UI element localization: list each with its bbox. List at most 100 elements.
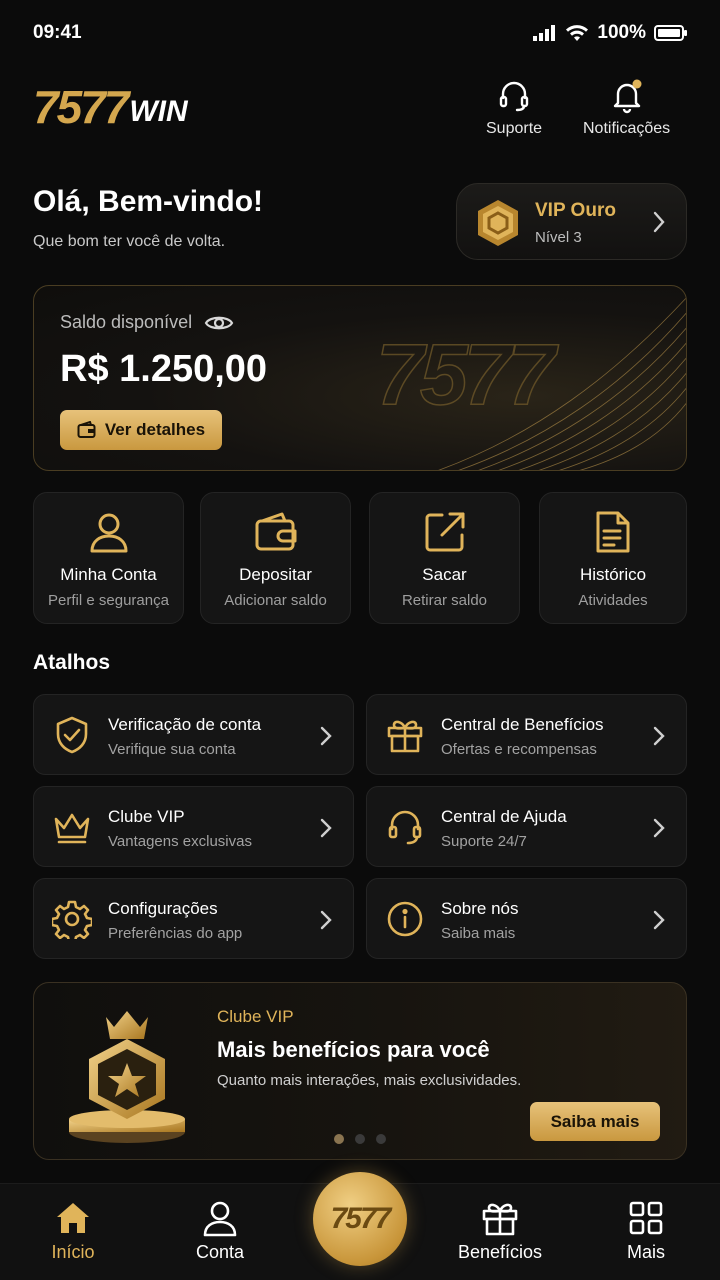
quick-action-subtitle: Atividades [578, 592, 648, 609]
shortcut-title: Central de Ajuda [441, 807, 567, 826]
chevron-right-icon [653, 726, 665, 746]
shortcut-title: Central de Benefícios [441, 715, 604, 734]
greeting-subtitle: Que bom ter você de volta. [33, 233, 226, 250]
wallet-icon [77, 421, 96, 438]
quick-action-title: Histórico [579, 565, 647, 584]
support-label: Suporte [486, 120, 543, 137]
balance-value: R$ 1.250,00 [60, 348, 268, 390]
quick-action-subtitle: Retirar saldo [401, 592, 488, 609]
user-icon [203, 1201, 237, 1237]
shortcut-title: Verificação de conta [108, 715, 262, 734]
quick-action-history[interactable]: Histórico Atividades [539, 492, 687, 624]
shield-check-icon [56, 716, 88, 754]
headset-icon [388, 810, 422, 845]
status-indicators: 100% [533, 22, 688, 44]
wifi-icon [566, 25, 589, 41]
chevron-right-icon [320, 818, 332, 838]
shortcut-about-us[interactable]: Sobre nós Saiba mais [366, 878, 687, 959]
withdraw-icon [425, 512, 464, 552]
quick-action-subtitle: Perfil e segurança [48, 592, 169, 609]
shortcut-account-verification[interactable]: Verificação de conta Verifique sua conta [33, 694, 354, 775]
vip-trophy-illustration [69, 1011, 185, 1143]
shortcut-title: Configurações [108, 899, 218, 918]
crown-icon [54, 813, 90, 844]
vip-name: VIP Ouro [535, 200, 616, 221]
nav-home[interactable]: Início [23, 1198, 123, 1263]
battery-icon [654, 25, 687, 41]
banner-subtitle: Quanto mais interações, mais exclusivida… [217, 1072, 522, 1089]
vip-badge-icon [478, 200, 518, 246]
shortcut-subtitle: Preferências do app [108, 925, 243, 942]
chevron-right-icon [653, 211, 665, 233]
greeting-title: Olá, Bem-vindo! [33, 185, 264, 218]
headset-icon [499, 81, 529, 112]
quick-action-deposit[interactable]: Depositar Adicionar saldo [200, 492, 351, 624]
notifications-label: Notificações [583, 120, 671, 137]
shortcuts-title: Atalhos [33, 651, 111, 674]
shortcut-subtitle: Suporte 24/7 [441, 833, 527, 850]
home-icon [57, 1203, 89, 1233]
signal-icon [533, 25, 556, 41]
info-icon [387, 901, 423, 937]
notifications-button[interactable]: Notificações [583, 78, 670, 138]
shortcut-subtitle: Saiba mais [441, 925, 516, 942]
status-time: 09:41 [33, 22, 82, 43]
nav-label: Conta [195, 1242, 245, 1262]
nav-center-logo-button[interactable]: 7577 [313, 1172, 407, 1266]
nav-more[interactable]: Mais [596, 1198, 696, 1263]
shortcut-subtitle: Vantagens exclusivas [108, 833, 252, 850]
chevron-right-icon [653, 818, 665, 838]
shortcut-title: Sobre nós [441, 899, 519, 918]
nav-label: Início [51, 1242, 95, 1262]
carousel-dot[interactable] [355, 1134, 365, 1144]
carousel-dot-active[interactable] [334, 1134, 344, 1144]
gear-icon [52, 900, 92, 939]
wallet-icon [255, 512, 296, 551]
shortcut-title: Clube VIP [108, 807, 185, 826]
support-button[interactable]: Suporte [486, 78, 542, 138]
vip-status-button[interactable]: VIP Ouro Nível 3 [456, 183, 687, 260]
shortcut-help-center[interactable]: Central de Ajuda Suporte 24/7 [366, 786, 687, 867]
banner-title: Mais benefícios para você [217, 1037, 490, 1062]
chevron-right-icon [320, 910, 332, 930]
vip-club-banner[interactable]: Clube VIP Mais benefícios para você Quan… [33, 982, 687, 1160]
logo-suffix: WIN [129, 95, 188, 128]
balance-label: Saldo disponível [60, 312, 193, 332]
quick-action-account[interactable]: Minha Conta Perfil e segurança [33, 492, 184, 624]
logo-number: 7577 [33, 81, 129, 133]
shortcut-vip-club[interactable]: Clube VIP Vantagens exclusivas [33, 786, 354, 867]
view-details-label: Ver detalhes [104, 420, 206, 439]
gift-icon [387, 720, 423, 753]
banner-tag: Clube VIP [217, 1007, 294, 1026]
app-logo[interactable]: 7577 WIN [33, 84, 188, 130]
document-icon [596, 511, 630, 553]
nav-benefits[interactable]: Benefícios [450, 1198, 550, 1263]
balance-watermark: 7577 [375, 326, 556, 424]
nav-label: Benefícios [457, 1242, 543, 1262]
grid-icon [629, 1201, 663, 1235]
nav-center-label: 7577 [330, 1202, 392, 1235]
quick-action-withdraw[interactable]: Sacar Retirar saldo [369, 492, 520, 624]
carousel-dot[interactable] [376, 1134, 386, 1144]
quick-action-subtitle: Adicionar saldo [224, 592, 327, 609]
user-icon [90, 513, 127, 553]
shortcut-settings[interactable]: Configurações Preferências do app [33, 878, 354, 959]
chevron-right-icon [653, 910, 665, 930]
shortcut-benefits-center[interactable]: Central de Benefícios Ofertas e recompen… [366, 694, 687, 775]
quick-action-title: Sacar [422, 565, 467, 584]
nav-label: Mais [626, 1242, 665, 1262]
chevron-right-icon [320, 726, 332, 746]
quick-action-title: Depositar [239, 565, 312, 584]
balance-card: 7577 Saldo disponível R$ 1.250,00 Ver de… [33, 285, 687, 471]
gift-icon [482, 1203, 518, 1236]
eye-icon[interactable] [204, 313, 234, 333]
nav-account[interactable]: Conta [170, 1198, 270, 1263]
shortcut-subtitle: Ofertas e recompensas [441, 741, 597, 758]
bell-icon [613, 79, 642, 114]
quick-action-title: Minha Conta [60, 565, 157, 584]
shortcut-subtitle: Verifique sua conta [108, 741, 236, 758]
battery-percent: 100% [597, 22, 646, 43]
view-details-button[interactable]: Ver detalhes [60, 410, 222, 450]
vip-level: Nível 3 [535, 229, 582, 246]
learn-more-button[interactable]: Saiba mais [530, 1102, 660, 1141]
